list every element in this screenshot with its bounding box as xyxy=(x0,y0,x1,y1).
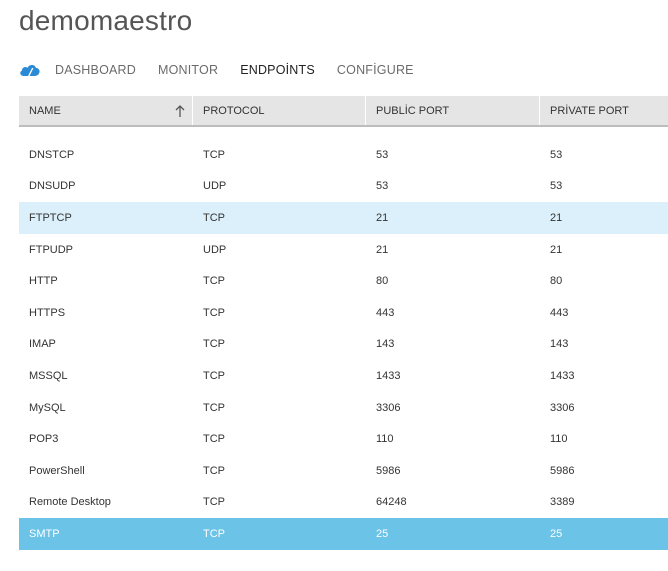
column-header-name[interactable]: NAME xyxy=(19,96,193,125)
column-header-label: PUBLİC PORT xyxy=(376,104,450,117)
cell-name: Remote Desktop xyxy=(29,496,111,509)
cell-protocol: TCP xyxy=(203,527,225,540)
cell-private-port: 3389 xyxy=(550,496,575,509)
table-row[interactable]: SMTP TCP 25 25 xyxy=(19,518,668,550)
cell-name: POP3 xyxy=(29,433,59,446)
cell-protocol: TCP xyxy=(203,464,225,477)
table-row[interactable]: FTPTCP TCP 21 21 xyxy=(19,202,668,234)
cell-private-port: 53 xyxy=(550,148,563,161)
cell-name: FTPTCP xyxy=(29,211,72,224)
page-title: demomaestro xyxy=(19,5,193,36)
tab-monitor[interactable]: MONITOR xyxy=(158,63,218,77)
cell-private-port: 143 xyxy=(550,338,569,351)
cell-protocol: TCP xyxy=(203,211,225,224)
cell-public-port: 143 xyxy=(376,338,395,351)
table-row[interactable]: HTTP TCP 80 80 xyxy=(19,265,668,297)
cell-name: DNSTCP xyxy=(29,148,75,161)
cloud-service-icon xyxy=(19,62,41,78)
cell-private-port: 25 xyxy=(550,527,563,540)
cell-public-port: 80 xyxy=(376,275,389,288)
cell-name: DNSUDP xyxy=(29,180,76,193)
cell-private-port: 21 xyxy=(550,243,563,256)
top-nav: DASHBOARD MONITOR ENDPOİNTS CONFİGURE xyxy=(19,60,436,80)
column-header-public-port[interactable]: PUBLİC PORT xyxy=(366,96,540,125)
cell-name: MySQL xyxy=(29,401,66,414)
table-row[interactable]: PowerShell TCP 5986 5986 xyxy=(19,455,668,487)
tab-configure[interactable]: CONFİGURE xyxy=(337,63,414,77)
cell-name: MSSQL xyxy=(29,369,68,382)
cell-public-port: 25 xyxy=(376,527,389,540)
cell-protocol: UDP xyxy=(203,243,227,256)
endpoints-table: NAME PROTOCOL PUBLİC PORT PRİVATE PORT D… xyxy=(19,96,668,550)
cell-private-port: 110 xyxy=(550,433,568,446)
cell-public-port: 53 xyxy=(376,148,389,161)
column-header-label: PRİVATE PORT xyxy=(550,104,629,117)
cell-name: FTPUDP xyxy=(29,243,73,256)
cell-protocol: TCP xyxy=(203,306,225,319)
cell-private-port: 1433 xyxy=(550,369,575,382)
table-row[interactable]: MySQL TCP 3306 3306 xyxy=(19,392,668,424)
column-header-label: NAME xyxy=(29,104,61,117)
cell-public-port: 5986 xyxy=(376,464,401,477)
cell-name: SMTP xyxy=(29,527,60,540)
cell-private-port: 5986 xyxy=(550,464,575,477)
cell-protocol: TCP xyxy=(203,148,225,161)
cell-private-port: 21 xyxy=(550,211,563,224)
cell-private-port: 3306 xyxy=(550,401,575,414)
cell-public-port: 3306 xyxy=(376,401,401,414)
cell-protocol: TCP xyxy=(203,401,225,414)
cell-public-port: 110 xyxy=(376,433,394,446)
table-row[interactable]: IMAP TCP 143 143 xyxy=(19,329,668,361)
cell-protocol: TCP xyxy=(203,369,225,382)
table-row[interactable]: MSSQL TCP 1433 1433 xyxy=(19,360,668,392)
table-row[interactable]: Remote Desktop TCP 64248 3389 xyxy=(19,487,668,519)
cell-public-port: 443 xyxy=(376,306,395,319)
cell-private-port: 443 xyxy=(550,306,569,319)
cell-public-port: 1433 xyxy=(376,369,401,382)
cell-protocol: TCP xyxy=(203,338,225,351)
cell-name: HTTPS xyxy=(29,306,66,319)
cell-private-port: 53 xyxy=(550,180,563,193)
cell-protocol: UDP xyxy=(203,180,227,193)
table-row[interactable]: DNSUDP UDP 53 53 xyxy=(19,171,668,203)
table-row[interactable]: DNSTCP TCP 53 53 xyxy=(19,139,668,171)
cell-name: HTTP xyxy=(29,275,58,288)
cell-public-port: 21 xyxy=(376,243,389,256)
cell-public-port: 21 xyxy=(376,211,389,224)
column-header-private-port[interactable]: PRİVATE PORT xyxy=(540,96,668,125)
table-row[interactable]: POP3 TCP 110 110 xyxy=(19,423,668,455)
table-row[interactable]: HTTPS TCP 443 443 xyxy=(19,297,668,329)
column-header-protocol[interactable]: PROTOCOL xyxy=(193,96,366,125)
tab-dashboard[interactable]: DASHBOARD xyxy=(55,63,136,77)
cell-private-port: 80 xyxy=(550,275,563,288)
tab-endpoints[interactable]: ENDPOİNTS xyxy=(240,63,315,77)
cell-protocol: TCP xyxy=(203,275,225,288)
cell-public-port: 64248 xyxy=(376,496,407,509)
cell-protocol: TCP xyxy=(203,496,225,509)
column-header-label: PROTOCOL xyxy=(203,104,265,117)
sort-up-arrow-icon[interactable] xyxy=(174,104,186,118)
cell-protocol: TCP xyxy=(203,433,225,446)
cell-name: IMAP xyxy=(29,338,56,351)
cell-name: PowerShell xyxy=(29,464,85,477)
cell-public-port: 53 xyxy=(376,180,389,193)
table-row[interactable]: FTPUDP UDP 21 21 xyxy=(19,234,668,266)
table-body: DNSTCP TCP 53 53 DNSUDP UDP 53 53 FTPTCP TCP 21 21 F… xyxy=(19,139,668,550)
table-header: NAME PROTOCOL PUBLİC PORT PRİVATE PORT xyxy=(19,96,668,127)
